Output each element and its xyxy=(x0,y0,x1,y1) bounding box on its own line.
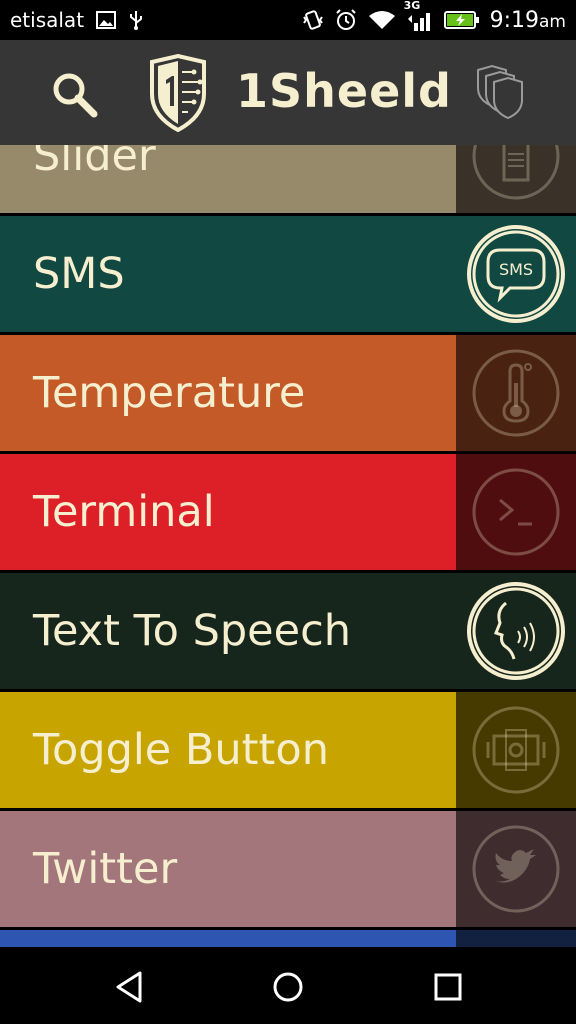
shield-list-item-label: Twitter xyxy=(33,844,178,894)
svg-text:SMS: SMS xyxy=(499,260,533,279)
navigation-bar xyxy=(0,947,576,1024)
app-title: 1Sheeld xyxy=(236,64,452,118)
wifi-icon xyxy=(368,9,396,31)
shield-list-item[interactable]: Temperature xyxy=(0,335,576,451)
carrier-name: etisalat xyxy=(10,8,85,32)
clock: 9:19am xyxy=(489,7,566,33)
network-type: 3G xyxy=(403,0,421,12)
shield-list-item[interactable]: SMS SMS xyxy=(0,216,576,332)
shield-icon-panel: SMS xyxy=(456,216,576,332)
shield-list-item[interactable]: Toggle Button xyxy=(0,692,576,808)
shield-icon-panel xyxy=(456,692,576,808)
search-icon[interactable] xyxy=(50,70,100,120)
app-bar: 1Sheeld xyxy=(0,40,576,145)
shield-icon-panel xyxy=(456,454,576,570)
shield-list-item-label: Toggle Button xyxy=(33,725,329,775)
shield-list: Slider SMS SMS Temperature Terminal Text To S… xyxy=(0,145,576,947)
shields-icon[interactable] xyxy=(474,64,530,124)
shield-list-item-label: Temperature xyxy=(33,368,306,418)
cellular-signal-icon: 3G xyxy=(404,0,434,31)
shield-icon-panel xyxy=(456,573,576,689)
shield-icon-panel xyxy=(456,930,576,947)
image-notification-icon xyxy=(96,11,117,29)
vibrate-icon xyxy=(302,9,324,31)
back-icon[interactable] xyxy=(108,965,152,1009)
status-bar: etisalat 3G 9:19am xyxy=(0,0,576,40)
home-icon[interactable] xyxy=(266,965,310,1009)
shield-list-item[interactable]: Slider xyxy=(0,145,576,213)
shield-icon-panel xyxy=(456,335,576,451)
usb-icon xyxy=(128,10,144,30)
shield-list-item-label: Slider xyxy=(33,145,156,181)
shield-icon-panel xyxy=(456,811,576,927)
alarm-icon xyxy=(334,8,358,32)
shield-list-item[interactable] xyxy=(0,930,576,947)
shield-list-item[interactable]: Twitter xyxy=(0,811,576,927)
shield-list-item[interactable]: Terminal xyxy=(0,454,576,570)
app-logo-icon xyxy=(146,53,210,133)
shield-list-item-label: SMS xyxy=(33,249,125,299)
shield-list-item-label: Terminal xyxy=(33,487,215,537)
battery-charging-icon xyxy=(443,10,480,30)
shield-list-item[interactable]: Text To Speech xyxy=(0,573,576,689)
shield-icon-panel xyxy=(456,145,576,213)
recent-apps-icon[interactable] xyxy=(426,965,470,1009)
shield-list-item-label: Text To Speech xyxy=(33,606,351,656)
